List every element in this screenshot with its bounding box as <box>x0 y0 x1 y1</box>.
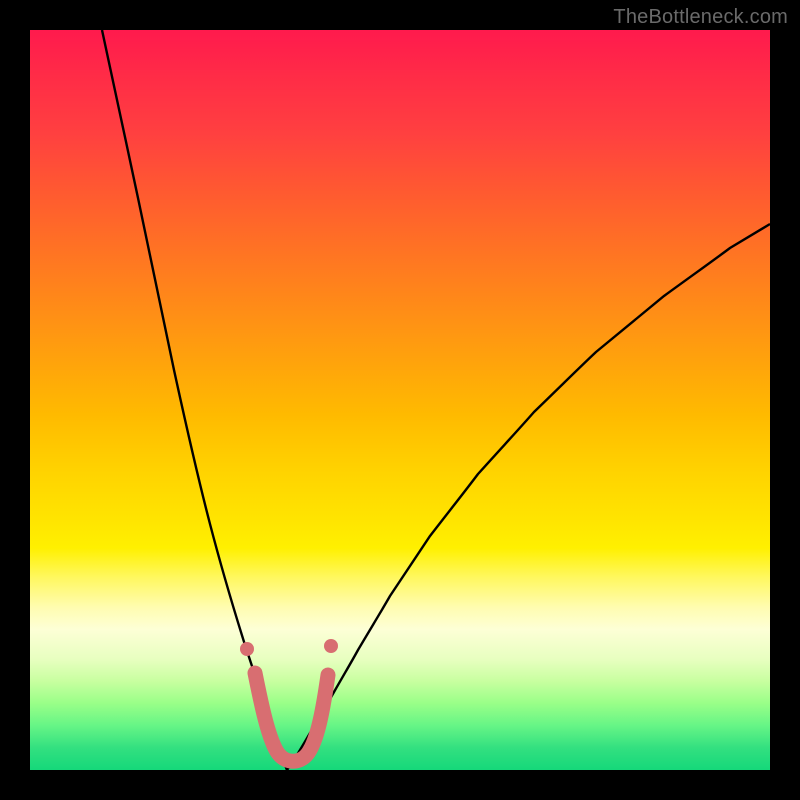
chart-frame: TheBottleneck.com <box>0 0 800 800</box>
watermark-text: TheBottleneck.com <box>613 6 788 29</box>
valley-marker-dot <box>324 639 338 653</box>
plot-area <box>30 30 770 770</box>
curve-right <box>287 224 770 770</box>
curve-left <box>102 30 287 770</box>
valley-marker-dot <box>240 642 254 656</box>
valley-thick-segment <box>255 673 328 761</box>
chart-svg <box>30 30 770 770</box>
